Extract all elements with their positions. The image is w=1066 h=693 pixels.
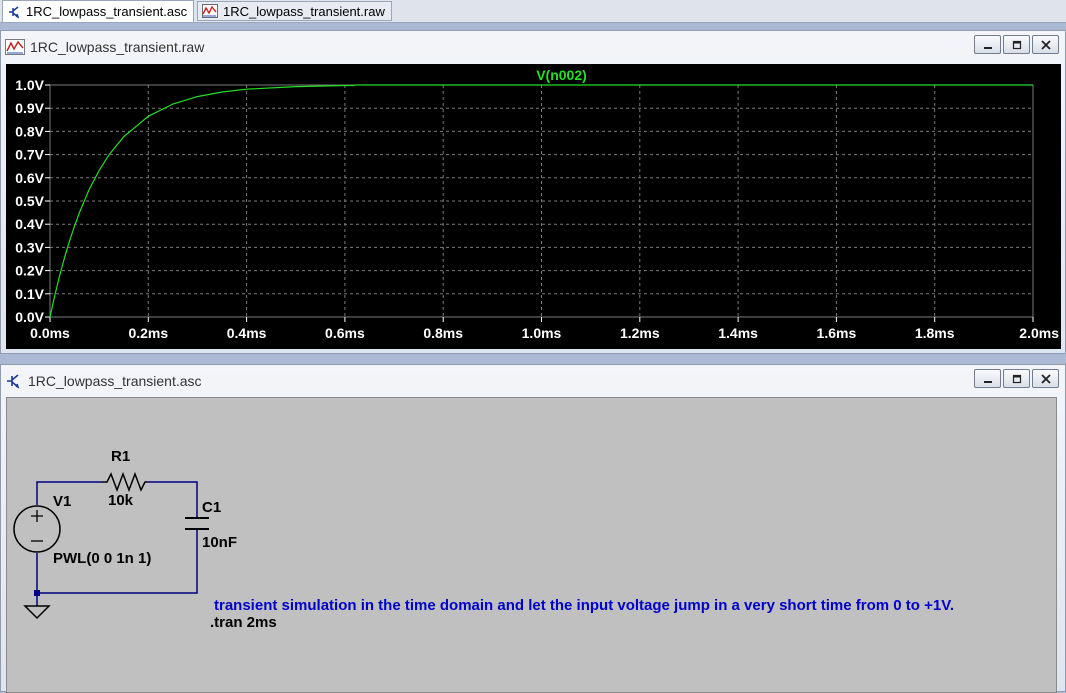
schematic-canvas[interactable]: R1 10k C1 10nF V1 PWL(0 0 1n 1) transien…: [6, 397, 1057, 693]
c1-name-label[interactable]: C1: [202, 499, 221, 516]
x-tick-label: 1.4ms: [718, 325, 758, 341]
ground-icon[interactable]: [23, 605, 51, 620]
waveform-window-title: 1RC_lowpass_transient.raw: [5, 37, 204, 57]
schematic-window-title-text: 1RC_lowpass_transient.asc: [28, 373, 202, 389]
waveform-plot-area[interactable]: 0.0V 0.1V 0.2V 0.3V 0.4V 0.5V 0.6V 0.7V 0.8V 0.9V…: [6, 64, 1061, 349]
y-tick-label: 0.8V: [15, 123, 44, 139]
maximize-button[interactable]: [1003, 35, 1030, 54]
restore-icon: [1012, 40, 1021, 49]
waveform-icon: [5, 39, 25, 55]
resistor-r1-symbol[interactable]: [102, 471, 147, 493]
schematic-icon: [9, 5, 20, 18]
schematic-icon: [7, 374, 20, 389]
c1-value-label[interactable]: 10nF: [202, 534, 237, 551]
waveform-chart[interactable]: 0.0V 0.1V 0.2V 0.3V 0.4V 0.5V 0.6V 0.7V 0.8V 0.9V…: [6, 64, 1061, 349]
x-tick-label: 0.8ms: [423, 325, 463, 341]
voltage-source-v1-symbol[interactable]: [13, 505, 61, 553]
x-tick-label: 0.0ms: [30, 325, 70, 341]
x-tick-label: 1.6ms: [817, 325, 857, 341]
close-button[interactable]: [1032, 369, 1059, 388]
restore-icon: [1012, 374, 1021, 383]
minimize-icon: [983, 380, 992, 383]
close-icon: [1040, 373, 1051, 384]
x-tick-label: 0.2ms: [128, 325, 168, 341]
waveform-window: 1RC_lowpass_transient.raw 0.0V 0.1V 0.2V 0.…: [0, 30, 1066, 354]
maximize-button[interactable]: [1003, 369, 1030, 388]
x-tick-label: 1.8ms: [915, 325, 955, 341]
capacitor-c1-symbol[interactable]: [185, 517, 209, 530]
simulation-comment[interactable]: transient simulation in the time domain …: [214, 597, 954, 614]
waveform-window-title-text: 1RC_lowpass_transient.raw: [30, 39, 205, 55]
y-tick-label: 0.6V: [15, 170, 44, 186]
minimize-button[interactable]: [974, 35, 1001, 54]
minimize-icon: [983, 46, 992, 49]
tab-schematic[interactable]: 1RC_lowpass_transient.asc: [2, 0, 195, 22]
close-icon: [1040, 39, 1051, 50]
r1-name-label[interactable]: R1: [111, 448, 130, 465]
spice-directive[interactable]: .tran 2ms: [210, 614, 277, 631]
y-tick-label: 0.9V: [15, 100, 44, 116]
y-tick-label: 1.0V: [15, 77, 44, 93]
minimize-button[interactable]: [974, 369, 1001, 388]
document-tab-strip: 1RC_lowpass_transient.asc 1RC_lowpass_tr…: [0, 0, 1066, 23]
y-tick-label: 0.4V: [15, 216, 44, 232]
x-tick-label: 1.0ms: [522, 325, 562, 341]
wire-top-right[interactable]: [147, 481, 198, 518]
y-tick-label: 0.0V: [15, 309, 44, 325]
y-tick-label: 0.3V: [15, 239, 44, 255]
tab-waveform[interactable]: 1RC_lowpass_transient.raw: [197, 1, 392, 21]
trace-label: V(n002): [536, 67, 587, 83]
waveform-icon: [202, 4, 218, 18]
r1-value-label[interactable]: 10k: [108, 492, 133, 509]
circuit-diagram: [13, 471, 209, 620]
v1-name-label[interactable]: V1: [53, 493, 71, 510]
y-tick-label: 0.7V: [15, 147, 44, 163]
tab-schematic-label: 1RC_lowpass_transient.asc: [26, 4, 188, 19]
v1-value-label[interactable]: PWL(0 0 1n 1): [53, 550, 151, 567]
junction-dot: [34, 590, 40, 596]
schematic-window: 1RC_lowpass_transient.asc R1 10k C1 10nF…: [0, 364, 1066, 693]
tab-waveform-label: 1RC_lowpass_transient.raw: [223, 3, 385, 19]
x-tick-label: 0.4ms: [227, 325, 267, 341]
y-tick-label: 0.2V: [15, 263, 44, 279]
schematic-window-controls: [974, 369, 1059, 388]
x-tick-label: 2.0ms: [1019, 325, 1059, 341]
y-tick-label: 0.5V: [15, 193, 44, 209]
x-tick-label: 0.6ms: [325, 325, 365, 341]
x-tick-label: 1.2ms: [620, 325, 660, 341]
schematic-window-title: 1RC_lowpass_transient.asc: [5, 371, 202, 391]
y-tick-label: 0.1V: [15, 286, 44, 302]
close-button[interactable]: [1032, 35, 1059, 54]
waveform-window-controls: [974, 35, 1059, 54]
